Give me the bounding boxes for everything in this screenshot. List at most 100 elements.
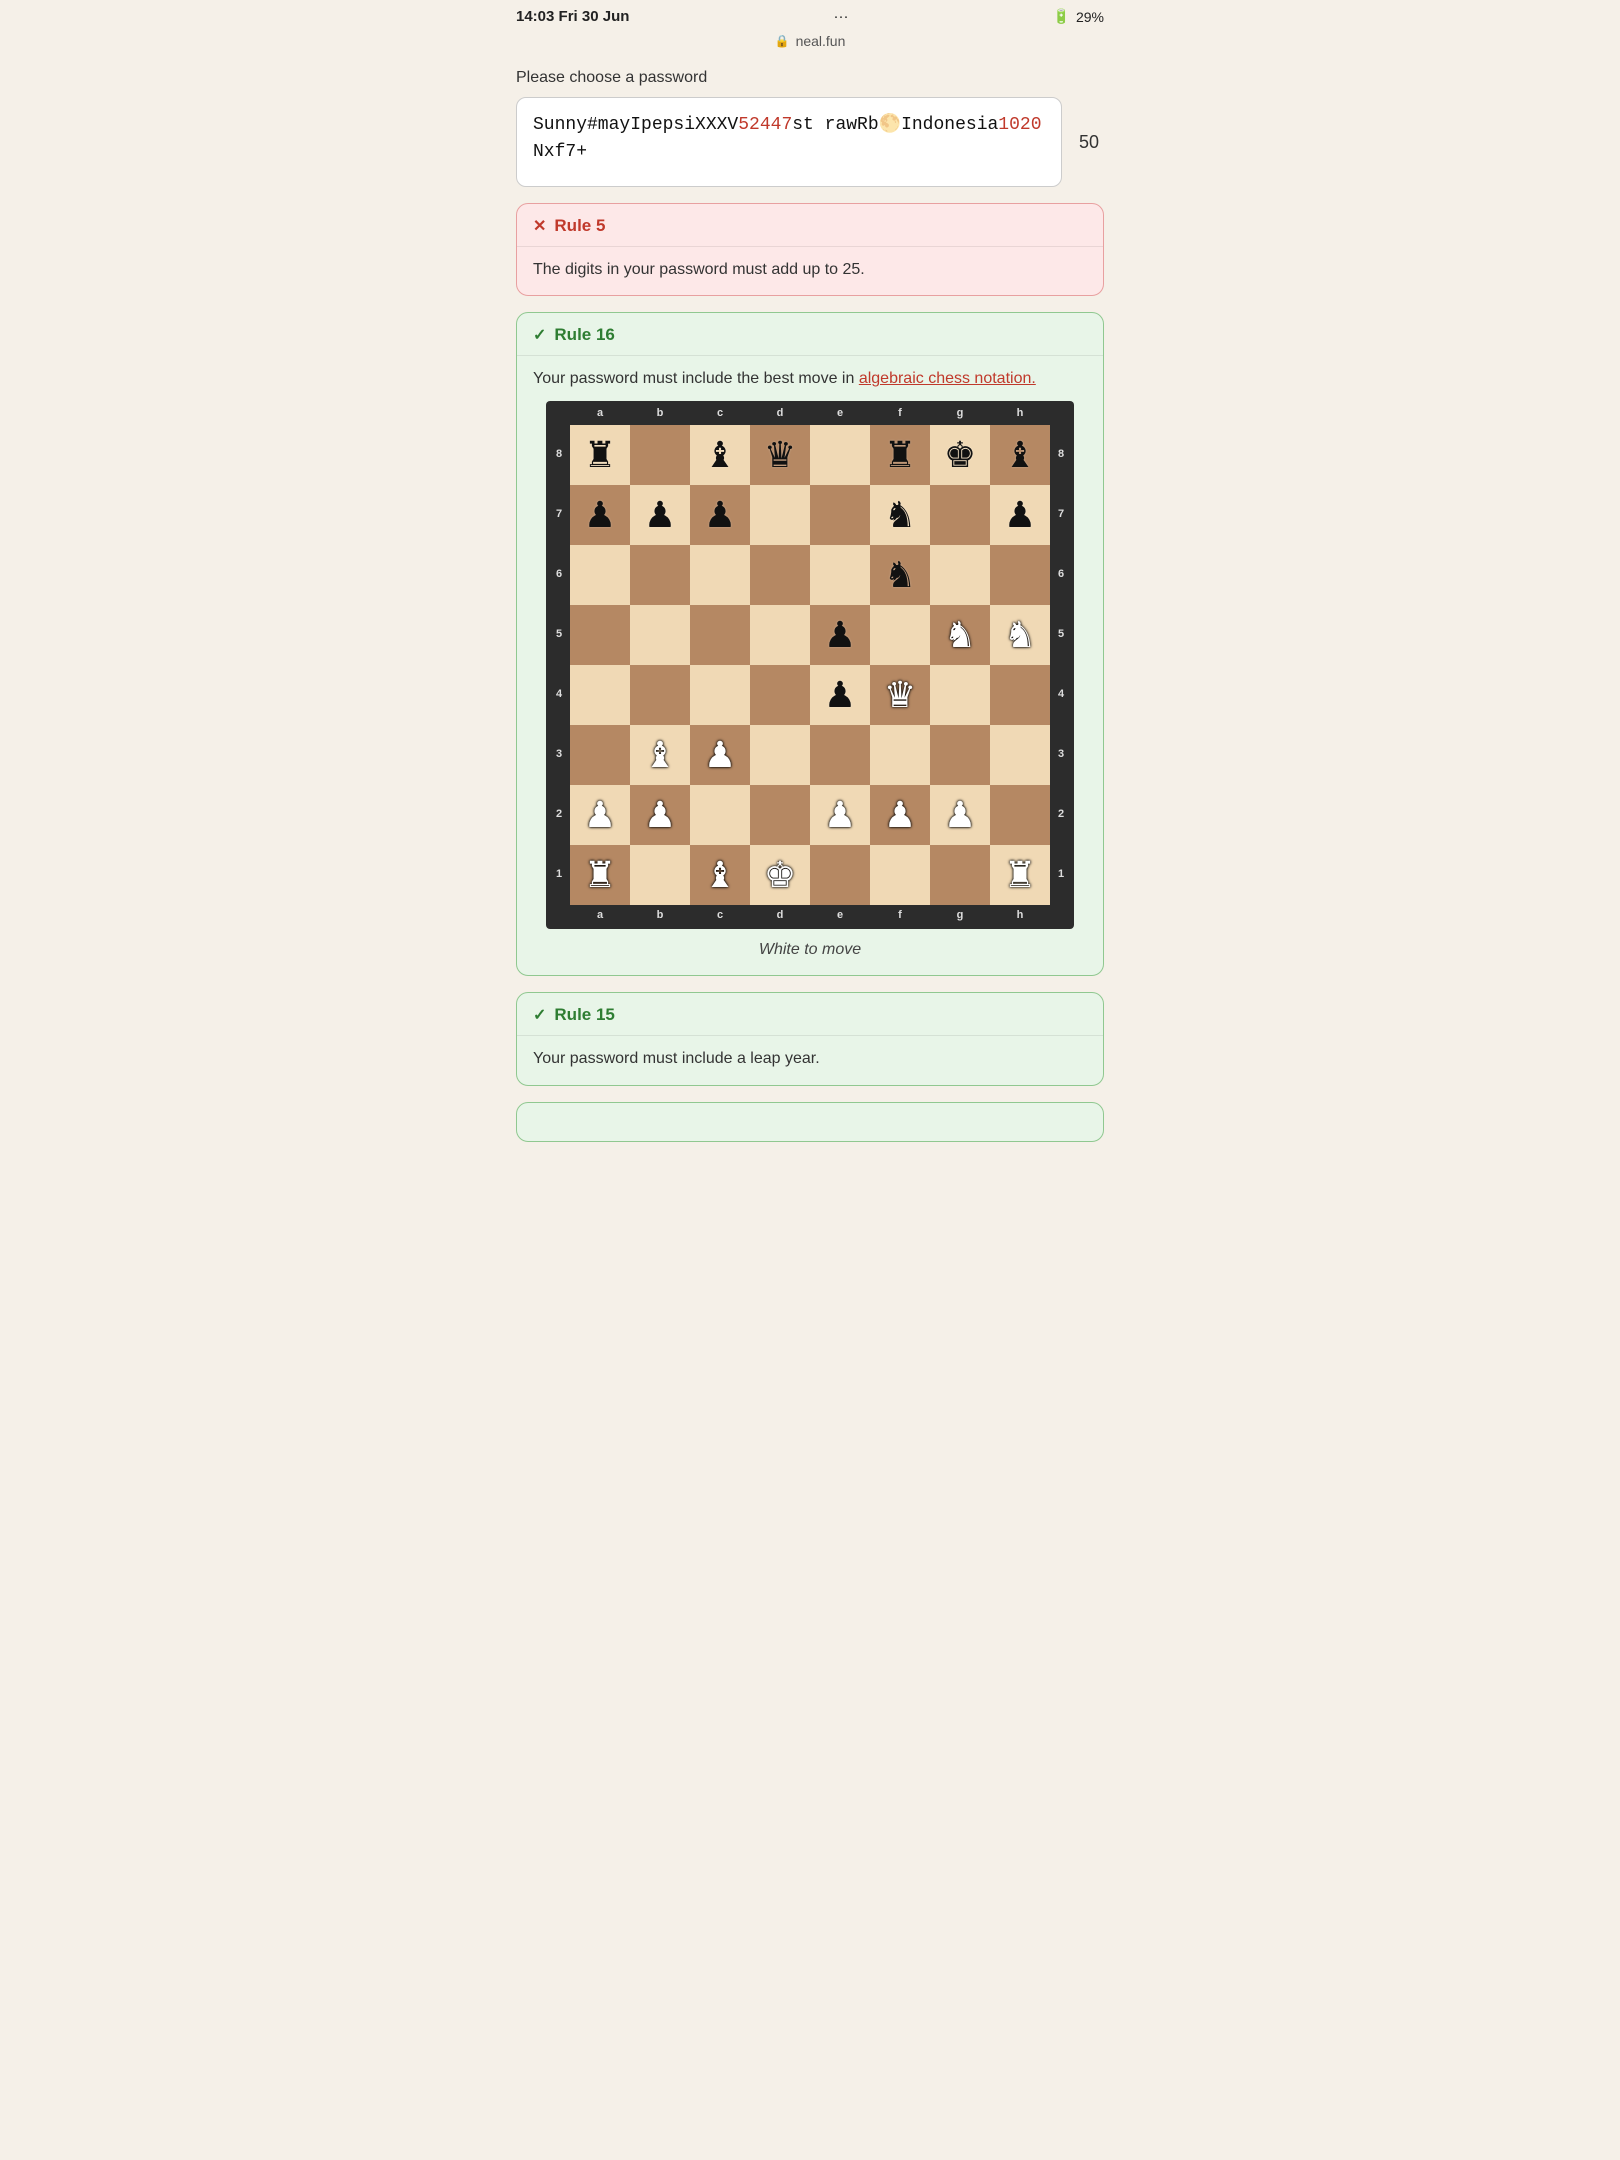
chess-cell: ♟ <box>690 485 750 545</box>
chess-cell: ♜ <box>570 425 630 485</box>
chess-cell: ♝ <box>690 845 750 905</box>
rule-card-16: ✓ Rule 16 Your password must include the… <box>516 312 1104 976</box>
chess-piece: ♟ <box>584 497 616 533</box>
rule-16-body: Your password must include the best move… <box>517 356 1103 975</box>
chess-cell <box>570 545 630 605</box>
chess-piece: ♝ <box>1004 437 1036 473</box>
chess-piece: ♞ <box>1004 617 1036 653</box>
rule-16-text-prefix: Your password must include the best move… <box>533 370 859 387</box>
chess-cell <box>570 725 630 785</box>
chess-cell: ♝ <box>990 425 1050 485</box>
rule-card-extra <box>516 1102 1104 1142</box>
chess-cell: ♟ <box>990 485 1050 545</box>
chess-piece: ♚ <box>944 437 976 473</box>
pass-icon-15: ✓ <box>533 1005 546 1025</box>
chess-piece: ♟ <box>824 617 856 653</box>
lock-icon: 🔒 <box>775 34 790 48</box>
chess-cell <box>690 785 750 845</box>
chess-piece: ♟ <box>824 797 856 833</box>
chess-cell: ♞ <box>870 545 930 605</box>
chess-cell <box>810 545 870 605</box>
chess-cell <box>750 665 810 725</box>
chess-cell: ♚ <box>930 425 990 485</box>
chess-piece: ♝ <box>644 737 676 773</box>
chess-cell: ♞ <box>870 485 930 545</box>
chess-cell <box>690 665 750 725</box>
chess-cell: ♛ <box>870 665 930 725</box>
chess-piece: ♜ <box>584 857 616 893</box>
url-label: neal.fun <box>796 33 846 49</box>
chess-piece: ♟ <box>644 497 676 533</box>
rule-15-header: ✓ Rule 15 <box>517 993 1103 1036</box>
chess-cell <box>630 665 690 725</box>
chess-cell <box>570 605 630 665</box>
pass-icon-16: ✓ <box>533 325 546 345</box>
chess-piece: ♟ <box>884 797 916 833</box>
chess-cell: ♞ <box>990 605 1050 665</box>
chess-notation-link[interactable]: algebraic chess notation. <box>859 370 1036 387</box>
chess-cell: ♝ <box>690 425 750 485</box>
battery-icon: 🔋 <box>1053 8 1070 25</box>
chess-cell <box>870 605 930 665</box>
chess-piece: ♟ <box>944 797 976 833</box>
chess-cell <box>750 725 810 785</box>
status-dots: ··· <box>833 8 848 25</box>
chess-cell <box>990 785 1050 845</box>
chess-piece: ♞ <box>944 617 976 653</box>
chess-cell <box>750 485 810 545</box>
chess-cell <box>630 425 690 485</box>
password-input[interactable]: Sunny#mayIpepsiXXXV52447st rawRb🌕Indones… <box>516 97 1062 187</box>
chess-piece: ♛ <box>764 437 796 473</box>
col-labels-bottom: a b c d e f g h <box>570 905 1050 927</box>
chess-cell <box>630 605 690 665</box>
chess-cell <box>750 785 810 845</box>
chess-cell <box>750 605 810 665</box>
rule-5-title: Rule 5 <box>554 216 605 236</box>
chess-cell <box>990 725 1050 785</box>
chess-cell: ♟ <box>630 785 690 845</box>
rule-16-title: Rule 16 <box>554 325 614 345</box>
chess-cell <box>930 845 990 905</box>
rule-card-5: ✕ Rule 5 The digits in your password mus… <box>516 203 1104 296</box>
chess-cell: ♚ <box>750 845 810 905</box>
password-digits-2: 1020 <box>998 115 1041 135</box>
row-labels-right: 8 7 6 5 4 3 2 1 <box>1050 425 1072 905</box>
chess-piece: ♜ <box>884 437 916 473</box>
status-time: 14:03 Fri 30 Jun <box>516 8 629 25</box>
chess-cell <box>810 485 870 545</box>
chess-cell <box>750 545 810 605</box>
chess-piece: ♜ <box>584 437 616 473</box>
chess-piece: ♟ <box>644 797 676 833</box>
chess-cell <box>990 545 1050 605</box>
chess-cell: ♝ <box>630 725 690 785</box>
chess-piece: ♟ <box>824 677 856 713</box>
col-labels-top: a b c d e f g h <box>570 403 1050 425</box>
chess-cell: ♟ <box>690 725 750 785</box>
chess-cell: ♟ <box>930 785 990 845</box>
char-count: 50 <box>1074 132 1104 153</box>
chess-cell <box>930 545 990 605</box>
chess-piece: ♝ <box>704 437 736 473</box>
chess-cell <box>690 545 750 605</box>
fail-icon: ✕ <box>533 216 546 236</box>
rule-16-header: ✓ Rule 16 <box>517 313 1103 356</box>
chess-cell <box>990 665 1050 725</box>
password-text-2: st rawRb🌕Indonesia <box>792 115 998 135</box>
chess-cell <box>810 725 870 785</box>
chess-board-wrapper: a b c d e f g h <box>533 401 1087 961</box>
main-content: Please choose a password Sunny#mayIpepsi… <box>500 57 1120 1178</box>
chess-board: ♜♝♛♜♚♝♟♟♟♞♟♞♟♞♞♟♛♝♟♟♟♟♟♟♜♝♚♜ <box>570 425 1050 905</box>
chess-piece: ♝ <box>704 857 736 893</box>
chess-cell <box>870 725 930 785</box>
password-digits-1: 52447 <box>738 115 792 135</box>
chess-cell: ♟ <box>570 785 630 845</box>
chess-cell: ♞ <box>930 605 990 665</box>
rule-5-header: ✕ Rule 5 <box>517 204 1103 247</box>
rule-card-15: ✓ Rule 15 Your password must include a l… <box>516 992 1104 1085</box>
chess-caption: White to move <box>759 939 861 961</box>
password-text-3: Nxf7+ <box>533 142 587 162</box>
chess-cell: ♟ <box>810 785 870 845</box>
chess-cell: ♟ <box>810 665 870 725</box>
chess-piece: ♟ <box>1004 497 1036 533</box>
chess-cell: ♟ <box>870 785 930 845</box>
